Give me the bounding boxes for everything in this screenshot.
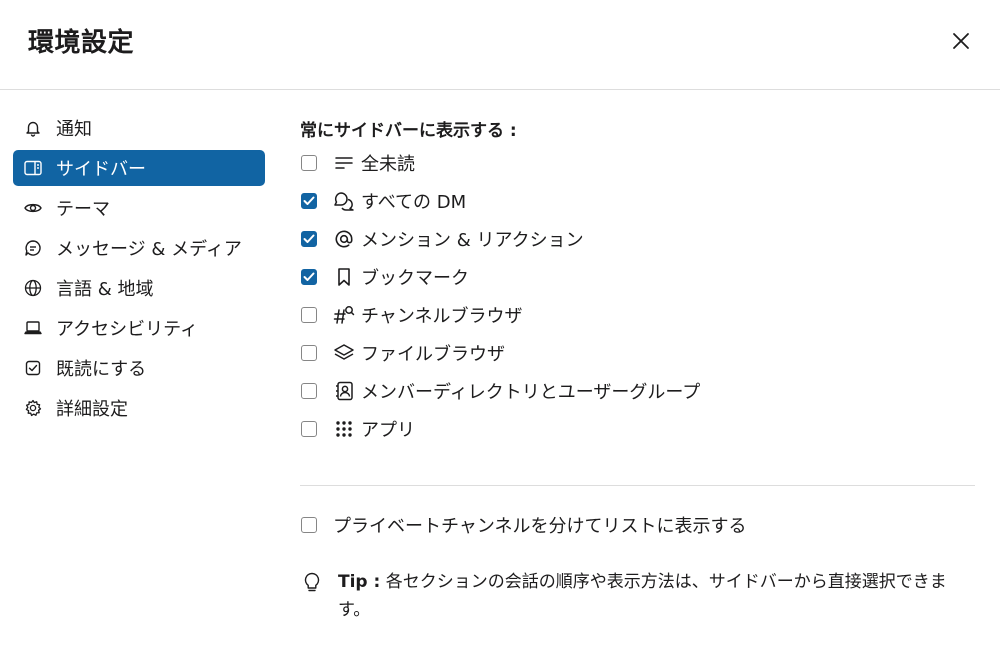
checkbox[interactable] [301,345,317,361]
option-label: 全未読 [361,154,415,175]
checkbox[interactable] [301,517,317,533]
message-icon [23,238,43,258]
unreads-icon [333,152,355,174]
settings-nav: 通知 サイドバー テーマ メッセージ & メディア 言語 & 地域 アクセシビリ… [13,110,265,430]
option-label: メンション & リアクション [361,230,584,251]
dialog-title: 環境設定 [28,28,135,58]
checkbox[interactable] [301,383,317,399]
option-mentions-reactions[interactable]: メンション & リアクション [300,220,975,258]
option-private-channels[interactable]: プライベートチャンネルを分けてリストに表示する [300,506,975,544]
option-bookmarks[interactable]: ブックマーク [300,258,975,296]
tip: Tip : 各セクションの会話の順序や表示方法は、サイドバーから直接選択できます… [300,568,975,624]
nav-item-label: テーマ [56,199,110,220]
globe-icon [23,278,43,298]
gear-icon [23,398,43,418]
option-member-directory[interactable]: メンバーディレクトリとユーザーグループ [300,372,975,410]
option-channel-browser[interactable]: チャンネルブラウザ [300,296,975,334]
sidebar-settings-panel: 常にサイドバーに表示する : 全未読 すべての DM メンション & リアクショ… [300,118,975,448]
preferences-dialog: 環境設定 通知 サイドバー テーマ メッセージ & メディア 言語 & 地域 ア… [0,0,1000,648]
tip-label: Tip : [338,572,381,592]
nav-item-label: 言語 & 地域 [56,279,154,300]
option-label: ブックマーク [361,268,469,289]
checkbox[interactable] [301,193,317,209]
option-label: ファイルブラウザ [361,344,505,365]
dm-icon [333,190,355,212]
dialog-header: 環境設定 [0,0,1000,90]
nav-item-language-region[interactable]: 言語 & 地域 [13,270,265,306]
close-button[interactable] [944,24,978,58]
option-apps[interactable]: アプリ [300,410,975,448]
channel-search-icon [333,304,355,326]
checkbox[interactable] [301,421,317,437]
option-file-browser[interactable]: ファイルブラウザ [300,334,975,372]
layers-icon [333,342,355,364]
bell-icon [23,118,43,138]
option-unreads[interactable]: 全未読 [300,144,975,182]
option-label: プライベートチャンネルを分けてリストに表示する [333,516,747,537]
checkbox[interactable] [301,269,317,285]
option-label: メンバーディレクトリとユーザーグループ [361,382,701,403]
nav-item-notifications[interactable]: 通知 [13,110,265,146]
sidebar-icon [23,158,43,178]
divider [300,485,975,486]
checkbox[interactable] [301,231,317,247]
nav-item-label: 通知 [56,119,92,140]
checkbox[interactable] [301,307,317,323]
bookmark-icon [333,266,355,288]
nav-item-advanced[interactable]: 詳細設定 [13,390,265,426]
tip-body: 各セクションの会話の順序や表示方法は、サイドバーから直接選択できます。 [338,572,947,620]
section-title: 常にサイドバーに表示する : [300,121,517,141]
nav-item-accessibility[interactable]: アクセシビリティ [13,310,265,346]
eye-icon [23,198,43,218]
checkbox[interactable] [301,155,317,171]
apps-grid-icon [333,418,355,440]
laptop-icon [23,318,43,338]
nav-item-label: アクセシビリティ [56,319,199,340]
lightbulb-icon [300,568,324,624]
nav-item-messages-media[interactable]: メッセージ & メディア [13,230,265,266]
nav-item-mark-as-read[interactable]: 既読にする [13,350,265,386]
nav-item-label: メッセージ & メディア [56,239,242,260]
tip-text: Tip : 各セクションの会話の順序や表示方法は、サイドバーから直接選択できます… [338,568,975,624]
option-label: すべての DM [361,192,467,213]
nav-item-label: 詳細設定 [56,399,128,420]
nav-item-label: 既読にする [56,359,147,380]
close-icon [953,33,969,49]
at-icon [333,228,355,250]
nav-item-label: サイドバー [56,159,146,180]
nav-item-sidebar[interactable]: サイドバー [13,150,265,186]
option-all-dms[interactable]: すべての DM [300,182,975,220]
option-label: チャンネルブラウザ [361,306,523,327]
nav-item-theme[interactable]: テーマ [13,190,265,226]
option-label: アプリ [361,420,415,441]
contact-card-icon [333,380,355,402]
check-square-icon [23,358,43,378]
